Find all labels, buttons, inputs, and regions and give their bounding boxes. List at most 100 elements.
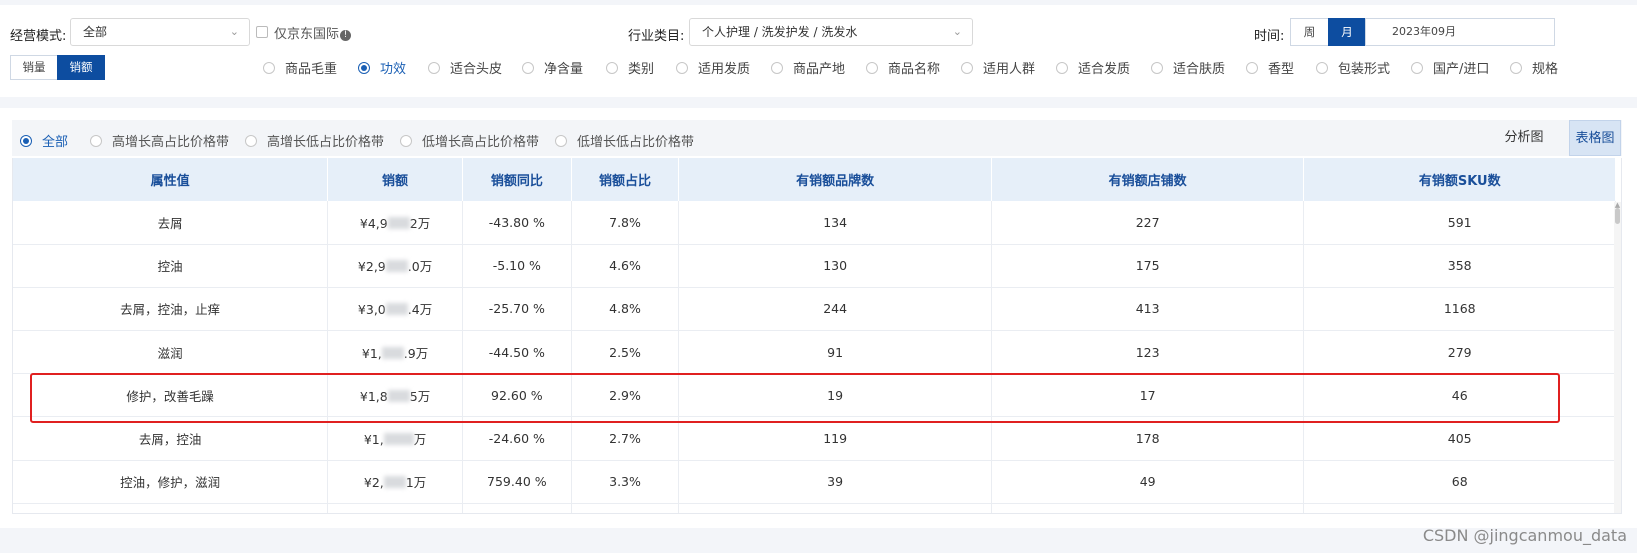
attr-radio-5[interactable]: 适用发质 — [676, 58, 750, 77]
radio-circle — [866, 61, 878, 74]
cell-yoy: -25.70 % — [462, 287, 572, 332]
table-row[interactable]: 控油，修护，滋润 ¥2, 1万 759.40 % 3.3% 39 49 68 — [13, 460, 1616, 504]
attr-radio-6[interactable]: 商品产地 — [771, 58, 845, 77]
metric-volume-button[interactable]: 销量 — [10, 55, 58, 80]
amount-prefix: ¥2, — [363, 475, 384, 491]
radio-circle — [20, 134, 32, 147]
table-row[interactable]: 控油 ¥2,9 .0万 -5.10 % 4.6% 130 175 358 — [13, 244, 1616, 288]
cell-attr: 去屑，控油，止痒 — [13, 287, 329, 332]
mode-select-value: 全部 — [83, 25, 108, 39]
table-row[interactable] — [13, 503, 1616, 513]
attr-radio-8[interactable]: 适用人群 — [961, 58, 1035, 77]
cell-shops: 413 — [991, 287, 1305, 332]
cell-sku: 46 — [1303, 373, 1616, 418]
attr-label: 净含量 — [544, 62, 584, 77]
cell-shops: 123 — [991, 330, 1305, 375]
redacted-mask — [387, 389, 410, 402]
col-header-share[interactable]: 销额占比 — [571, 158, 680, 201]
attr-radio-1[interactable]: 功效 — [358, 58, 406, 77]
amount-suffix: 万 — [413, 432, 427, 448]
radio-circle — [1411, 61, 1423, 74]
col-header-shops[interactable]: 有销额店铺数 — [991, 158, 1305, 201]
cell-shops: 227 — [991, 201, 1305, 245]
attr-radio-0[interactable]: 商品毛重 — [263, 58, 337, 77]
attr-label: 商品产地 — [793, 62, 846, 77]
period-month-button[interactable]: 月 — [1328, 18, 1366, 46]
jd-intl-label: 仅京东国际! — [274, 23, 352, 42]
radio-circle — [358, 61, 370, 74]
attr-radio-7[interactable]: 商品名称 — [866, 58, 940, 77]
attr-label: 适合发质 — [1078, 62, 1131, 77]
attr-radio-10[interactable]: 适合肤质 — [1151, 58, 1225, 77]
table-row[interactable]: 去屑，控油，止痒 ¥3,0 .4万 -25.70 % 4.8% 244 413 1… — [13, 287, 1616, 332]
col-header-attr[interactable]: 属性值 — [13, 158, 329, 201]
radio-circle — [400, 134, 412, 147]
cell-share: 7.8% — [571, 201, 680, 245]
category-select[interactable]: 个人护理 / 洗发护发 / 洗发水 ⌄ — [689, 18, 973, 46]
attr-label: 包装形式 — [1338, 62, 1391, 77]
table-row[interactable]: 滋润 ¥1, .9万 -44.50 % 2.5% 91 123 279 — [13, 330, 1616, 375]
table-row[interactable]: 去屑，控油 ¥1, 万 -24.60 % 2.7% 119 178 405 — [13, 416, 1616, 461]
col-header-brands[interactable]: 有销额品牌数 — [678, 158, 992, 201]
table-row-highlighted[interactable]: 修护，改善毛躁 ¥1,8 5万 92.60 % 2.9% 19 17 46 — [13, 373, 1616, 418]
redacted-mask — [385, 260, 408, 273]
radio-circle — [555, 134, 567, 147]
radio-circle — [771, 61, 783, 74]
cell-sku: 1168 — [1303, 287, 1616, 332]
table-scrollbar[interactable]: ▲ — [1614, 202, 1621, 513]
band-radio-0[interactable]: 全部 — [20, 131, 68, 150]
radio-circle — [522, 61, 534, 74]
scrollbar-thumb[interactable] — [1615, 208, 1620, 224]
jd-intl-checkbox[interactable] — [256, 26, 268, 38]
cell-share: 3.3% — [571, 460, 680, 504]
radio-circle — [1510, 61, 1522, 74]
redacted-mask — [385, 303, 408, 316]
amount-prefix: ¥4,9 — [359, 215, 388, 231]
main-panel: 全部 高增长高占比价格带 高增长低占比价格带 低增长高占比价格带 低增长低占比价… — [0, 108, 1637, 528]
category-select-value: 个人护理 / 洗发护发 / 洗发水 — [702, 25, 858, 39]
attr-label: 功效 — [380, 62, 407, 77]
cell-yoy: 759.40 % — [462, 460, 572, 504]
mode-select[interactable]: 全部 ⌄ — [70, 18, 250, 46]
attr-radio-11[interactable]: 香型 — [1246, 58, 1294, 77]
attr-radio-9[interactable]: 适合发质 — [1056, 58, 1130, 77]
cell-shops: 49 — [991, 460, 1305, 504]
band-radio-3[interactable]: 低增长高占比价格带 — [400, 131, 539, 150]
cell-attr: 修护，改善毛躁 — [13, 373, 329, 418]
col-header-amount[interactable]: 销额 — [327, 158, 463, 201]
attr-label: 香型 — [1268, 62, 1295, 77]
cell-shops: 175 — [991, 244, 1305, 288]
attr-radio-2[interactable]: 适合头皮 — [428, 58, 502, 77]
attr-label: 商品名称 — [888, 62, 941, 77]
amount-prefix: ¥1, — [361, 345, 382, 361]
band-radio-4[interactable]: 低增长低占比价格带 — [555, 131, 694, 150]
attr-radio-4[interactable]: 类别 — [606, 58, 654, 77]
metric-amount-button[interactable]: 销额 — [57, 55, 105, 80]
info-icon[interactable]: ! — [340, 30, 352, 41]
band-radio-1[interactable]: 高增长高占比价格带 — [90, 131, 229, 150]
radio-circle — [606, 61, 618, 74]
cell-share: 4.6% — [571, 244, 680, 288]
table-row[interactable]: 去屑 ¥4,9 2万 -43.80 % 7.8% 134 227 591 — [13, 201, 1616, 245]
attr-radio-14[interactable]: 规格 — [1510, 58, 1558, 77]
col-header-yoy[interactable]: 销额同比 — [462, 158, 572, 201]
band-radio-2[interactable]: 高增长低占比价格带 — [245, 131, 384, 150]
view-chart-button[interactable]: 分析图 — [1500, 120, 1548, 156]
date-picker[interactable]: 2023年09月 — [1365, 18, 1555, 46]
watermark: CSDN @jingcanmou_data — [1422, 526, 1627, 545]
attr-radio-3[interactable]: 净含量 — [522, 58, 583, 77]
attr-radio-13[interactable]: 国产/进口 — [1411, 58, 1489, 77]
radio-circle — [1316, 61, 1328, 74]
period-week-button[interactable]: 周 — [1290, 18, 1329, 46]
attr-radio-12[interactable]: 包装形式 — [1316, 58, 1390, 77]
cell-sku: 591 — [1303, 201, 1616, 245]
cell-sku: 279 — [1303, 330, 1616, 375]
cell-amount: ¥2, 1万 — [327, 460, 463, 504]
attr-label: 类别 — [628, 62, 655, 77]
col-header-sku[interactable]: 有销额SKU数 — [1303, 158, 1616, 201]
amount-prefix: ¥1,8 — [359, 388, 388, 404]
data-table: 属性值 销额 销额同比 销额占比 有销额品牌数 有销额店铺数 有销额SKU数 去… — [12, 158, 1622, 514]
view-table-button[interactable]: 表格图 — [1569, 120, 1621, 156]
radio-circle — [1056, 61, 1068, 74]
cell-attr: 控油 — [13, 244, 329, 288]
